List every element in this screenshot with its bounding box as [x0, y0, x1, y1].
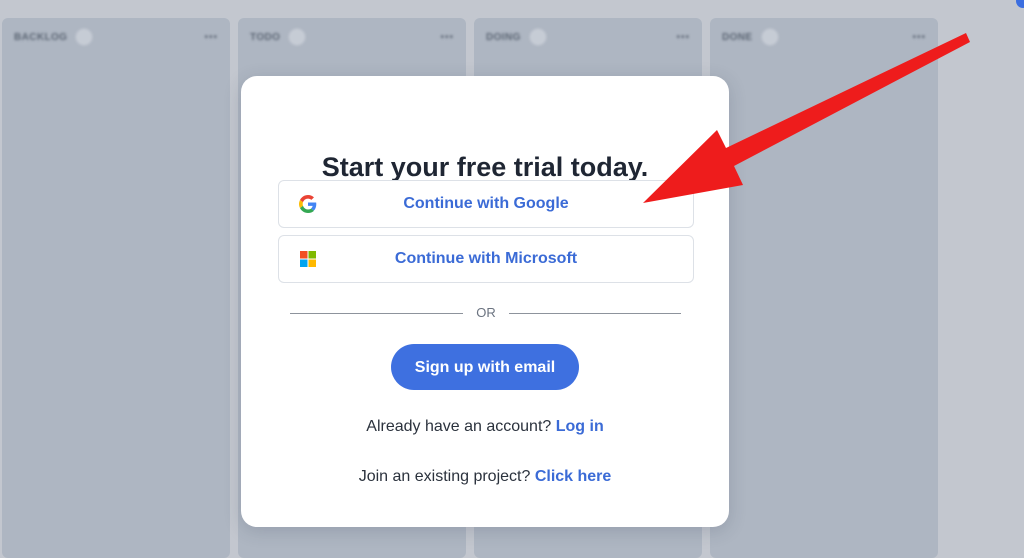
red-arrow-annotation: [643, 33, 970, 203]
